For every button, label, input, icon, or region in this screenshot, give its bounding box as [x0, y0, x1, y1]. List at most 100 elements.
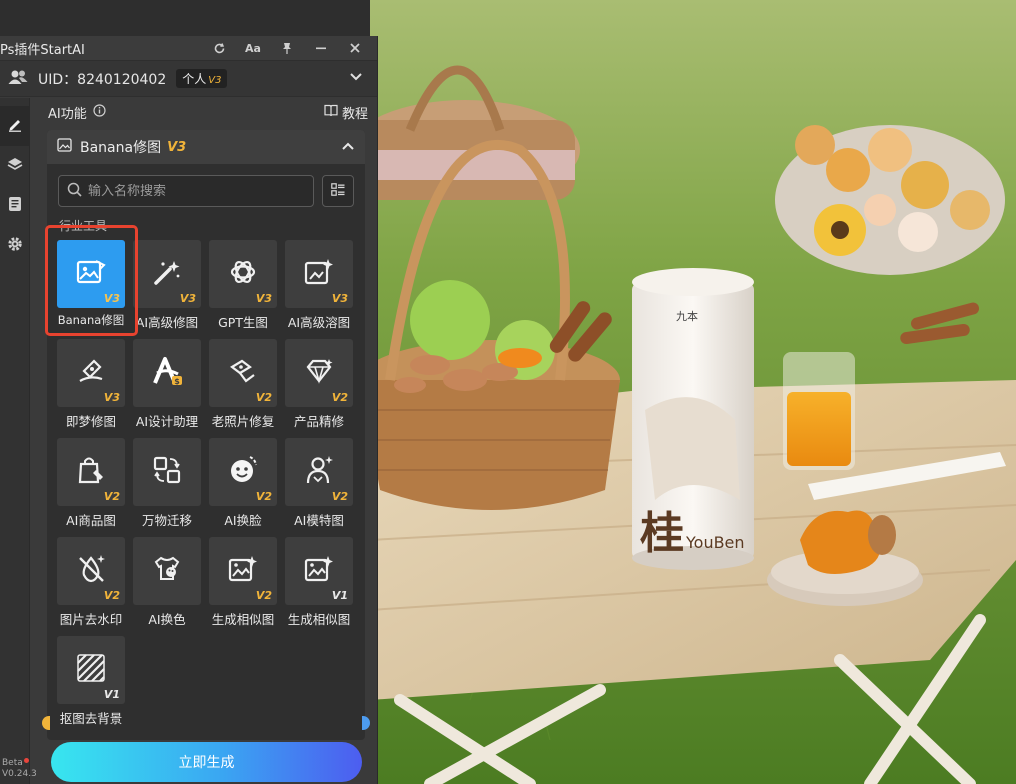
- sidebar-item-settings[interactable]: [0, 226, 29, 266]
- tool-version: V3: [103, 391, 120, 404]
- tool-tile[interactable]: V1: [285, 537, 353, 605]
- tool-item[interactable]: $ AI设计助理: [133, 339, 201, 433]
- tool-tile[interactable]: [133, 537, 201, 605]
- chevron-down-icon[interactable]: [349, 71, 363, 86]
- tool-tile[interactable]: V3: [209, 240, 277, 308]
- tool-version: V3: [255, 292, 272, 305]
- shopping-bag-icon: [76, 455, 106, 489]
- tool-tile[interactable]: V2: [285, 438, 353, 506]
- plugin-panel: Ps插件StartAI Aa UID：8240120402 个人 V3 Beta…: [0, 36, 378, 784]
- transfer-icon: [152, 455, 182, 489]
- search-row: [58, 175, 354, 207]
- tool-tile[interactable]: V2: [57, 537, 125, 605]
- sidebar-item-edit[interactable]: [0, 106, 29, 146]
- tool-item[interactable]: V2 生成相似图: [209, 537, 277, 631]
- magic-wand-icon: [152, 258, 182, 290]
- can-text-top: 九本: [676, 309, 698, 323]
- tool-tile[interactable]: V2: [209, 438, 277, 506]
- coin-indicator-left: [42, 716, 50, 730]
- close-icon[interactable]: [345, 38, 365, 58]
- tool-tile[interactable]: V2: [57, 438, 125, 506]
- tool-name: 抠图去背景: [59, 711, 123, 726]
- tool-item[interactable]: V2 老照片修复: [209, 339, 277, 433]
- picnic-photo-illustration: 九本 桂 YouBen: [370, 0, 1016, 784]
- tool-item[interactable]: 万物迁移: [133, 438, 201, 532]
- tool-name: 即梦修图: [65, 414, 116, 429]
- can-brand-text: YouBen: [685, 533, 745, 552]
- tool-tile[interactable]: V3: [133, 240, 201, 308]
- search-icon: [67, 182, 82, 201]
- tool-tile[interactable]: [133, 438, 201, 506]
- uid-text: UID：8240120402: [38, 71, 167, 88]
- tool-name: GPT生图: [218, 315, 268, 330]
- search-box: [58, 175, 314, 207]
- photo-repair-icon: [228, 357, 258, 389]
- info-icon[interactable]: [93, 103, 106, 121]
- tool-item[interactable]: V3 AI高级修图: [133, 240, 201, 334]
- view-toggle-button[interactable]: [322, 175, 354, 207]
- plan-badge: 个人 V3: [176, 69, 228, 88]
- tool-item[interactable]: V1 生成相似图: [285, 537, 353, 631]
- refresh-icon[interactable]: [209, 38, 229, 58]
- canvas-photo: 九本 桂 YouBen: [370, 0, 1016, 784]
- edit-icon: [7, 116, 23, 136]
- tool-item[interactable]: V3 即梦修图: [57, 339, 125, 433]
- panel-title: Ps插件StartAI: [0, 42, 85, 58]
- tool-name: AI模特图: [294, 513, 344, 528]
- selection-highlight: [45, 225, 138, 336]
- pin-icon[interactable]: [277, 38, 297, 58]
- tool-item[interactable]: V2 产品精修: [285, 339, 353, 433]
- diamond-icon: [304, 357, 334, 389]
- sidebar-item-layers[interactable]: [0, 146, 29, 186]
- tool-tile[interactable]: $: [133, 339, 201, 407]
- tool-version: V2: [331, 490, 348, 503]
- tool-name: 万物迁移: [141, 513, 192, 528]
- tool-tile[interactable]: V2: [285, 339, 353, 407]
- tool-item[interactable]: AI换色: [133, 537, 201, 631]
- beta-dot: [23, 758, 29, 763]
- category-title: Banana修图: [80, 140, 162, 156]
- sidebar-item-notes[interactable]: [0, 186, 29, 226]
- category-header[interactable]: Banana修图 V3: [47, 130, 365, 164]
- tool-name: AI商品图: [66, 513, 116, 528]
- tool-tile[interactable]: V2: [209, 339, 277, 407]
- tool-tile[interactable]: V2: [209, 537, 277, 605]
- tool-item[interactable]: V2 AI换脸: [209, 438, 277, 532]
- tool-item[interactable]: V2 AI模特图: [285, 438, 353, 532]
- tool-item[interactable]: V2 AI商品图: [57, 438, 125, 532]
- sparkle-image-icon: [304, 258, 334, 290]
- tool-tile[interactable]: V3: [57, 339, 125, 407]
- model-person-icon: [304, 455, 334, 489]
- face-swap-icon: [228, 455, 258, 489]
- notes-icon: [8, 196, 22, 216]
- gpt-knot-icon: [228, 257, 258, 291]
- generate-button[interactable]: 立即生成: [51, 742, 362, 782]
- tool-version: V3: [331, 292, 348, 305]
- search-input[interactable]: [88, 183, 308, 199]
- tool-item[interactable]: V3 AI高级溶图: [285, 240, 353, 334]
- svg-text:$: $: [174, 377, 180, 386]
- ai-section-header: AI功能 教程: [38, 98, 370, 126]
- tool-name: AI高级溶图: [287, 315, 351, 330]
- minimize-icon[interactable]: [311, 38, 331, 58]
- tool-item[interactable]: V3 GPT生图: [209, 240, 277, 334]
- tool-tile[interactable]: V1: [57, 636, 125, 704]
- image-edit-icon: [57, 138, 72, 156]
- tool-version: V2: [255, 490, 272, 503]
- users-icon: [8, 69, 28, 89]
- tool-version: V2: [103, 589, 120, 602]
- list-view-icon: [331, 182, 345, 200]
- tool-version: V1: [331, 589, 348, 602]
- design-assistant-icon: $: [151, 356, 183, 390]
- font-size-icon[interactable]: Aa: [243, 38, 263, 58]
- tool-item[interactable]: V1 抠图去背景: [57, 636, 125, 730]
- tshirt-palette-icon: [152, 555, 182, 587]
- chevron-up-icon[interactable]: [341, 139, 355, 155]
- tool-version: V1: [103, 688, 120, 701]
- user-bar: UID：8240120402 个人 V3: [0, 61, 377, 97]
- tool-tile[interactable]: V3: [285, 240, 353, 308]
- tool-item[interactable]: V2 图片去水印: [57, 537, 125, 631]
- similar-image-v1-icon: [304, 555, 334, 587]
- tutorial-link[interactable]: 教程: [324, 103, 368, 122]
- tool-version: V2: [103, 490, 120, 503]
